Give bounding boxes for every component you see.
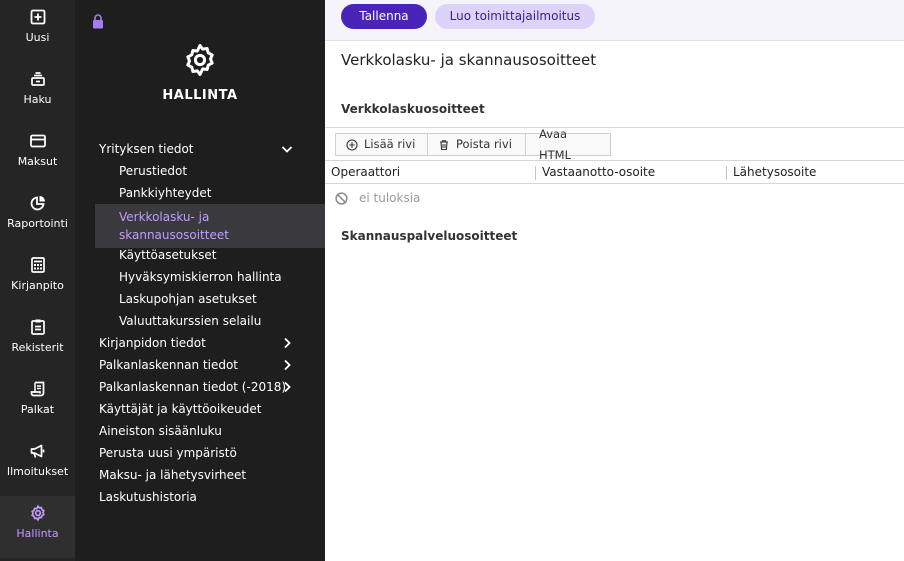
scroll-icon	[30, 381, 44, 397]
menu-group-label: Palkanlaskennan tiedot	[99, 358, 238, 372]
menu-item-aineiston-sisaanluku[interactable]: Aineiston sisäänluku	[99, 420, 299, 442]
trash-icon	[440, 139, 448, 150]
card-icon	[29, 134, 46, 148]
menu-item-valuuttakurssien-selailu[interactable]: Valuuttakurssien selailu	[119, 310, 319, 332]
menu-item-laskupohjan-asetukset[interactable]: Laskupohjan asetukset	[119, 288, 319, 310]
menu-group-label: Aineiston sisäänluku	[99, 424, 222, 438]
menu-item-laskutushistoria[interactable]: Laskutushistoria	[99, 486, 299, 508]
create-supplier-notice-button[interactable]: Luo toimittajailmoitus	[435, 4, 595, 29]
nav-rekisterit[interactable]: Rekisterit	[0, 310, 75, 372]
gear-icon	[186, 44, 214, 76]
empty-grid-text: ei tuloksia	[359, 191, 421, 205]
menu-item-verkkolasku-skannausosoitteet[interactable]: Verkkolasku- ja skannausosoitteet	[95, 204, 325, 248]
menu-item-label: Valuuttakurssien selailu	[119, 314, 262, 328]
menu-item-label: Käyttöasetukset	[119, 248, 217, 262]
nav-label: Haku	[23, 93, 52, 106]
menu-group-label: Kirjanpidon tiedot	[99, 336, 206, 350]
submenu-title: HALLINTA	[162, 88, 238, 103]
add-row-label: Lisää rivi	[364, 137, 416, 151]
empty-grid-message: ei tuloksia	[335, 188, 420, 208]
menu-item-maksu-lahetysvirheet[interactable]: Maksu- ja lähetysvirheet	[99, 464, 299, 486]
menu-group-label: Palkanlaskennan tiedot (-2018)	[99, 380, 287, 394]
column-header-vastaanotto-osoite[interactable]: Vastaanotto-osoite	[542, 161, 655, 184]
nav-label: Hallinta	[16, 527, 59, 540]
menu-item-perusta-uusi-ymparisto[interactable]: Perusta uusi ympäristö	[99, 442, 299, 464]
menu-group-yrityksen-tiedot[interactable]: Yrityksen tiedot	[99, 138, 299, 160]
menu-group-label: Perusta uusi ympäristö	[99, 446, 237, 460]
nav-label: Ilmoitukset	[6, 465, 69, 478]
nav-uusi[interactable]: Uusi	[0, 0, 75, 62]
menu-item-label: Perustiedot	[119, 164, 188, 178]
nav-label: Maksut	[17, 155, 58, 168]
chevron-right-icon	[284, 381, 291, 393]
calculator-icon	[30, 257, 45, 273]
nav-kirjanpito[interactable]: Kirjanpito	[0, 248, 75, 310]
nav-maksut[interactable]: Maksut	[0, 124, 75, 186]
plus-square-icon	[30, 9, 45, 25]
clipboard-icon	[30, 319, 45, 335]
column-header-operaattori[interactable]: Operaattori	[331, 161, 400, 184]
admin-submenu: HALLINTA Yrityksen tiedot Perustiedot Pa…	[75, 0, 325, 561]
page-title: Verkkolasku- ja skannausosoitteet	[341, 51, 597, 69]
menu-item-hyvaksymiskierron-hallinta[interactable]: Hyväksymiskierron hallinta	[119, 266, 319, 288]
pie-chart-icon	[30, 196, 45, 211]
grid-header: Operaattori Vastaanotto-osoite Lähetysos…	[325, 160, 904, 184]
menu-item-label: Laskupohjan asetukset	[119, 292, 257, 306]
column-header-lahetysosoite[interactable]: Lähetysosoite	[733, 161, 816, 184]
megaphone-icon	[30, 444, 44, 458]
menu-item-kayttajat-kayttooikeudet[interactable]: Käyttäjät ja käyttöoikeudet	[99, 398, 299, 420]
menu-item-label: Verkkolasku- ja skannausosoitteet	[119, 210, 229, 242]
chevron-right-icon	[284, 359, 291, 371]
menu-group-label: Yrityksen tiedot	[99, 142, 194, 156]
add-row-button[interactable]: Lisää rivi	[335, 133, 428, 156]
plus-circle-icon	[346, 138, 358, 151]
nav-label: Kirjanpito	[11, 279, 64, 292]
menu-group-palkanlaskennan-tiedot-2018[interactable]: Palkanlaskennan tiedot (-2018)	[99, 376, 299, 398]
menu-group-label: Maksu- ja lähetysvirheet	[99, 468, 247, 482]
menu-item-perustiedot[interactable]: Perustiedot	[119, 160, 319, 182]
chevron-right-icon	[284, 337, 291, 349]
save-button[interactable]: Tallenna	[341, 4, 427, 29]
nav-ilmoitukset[interactable]: Ilmoitukset	[0, 434, 75, 496]
menu-group-label: Käyttäjät ja käyttöoikeudet	[99, 402, 262, 416]
main-nav-rail: Uusi Haku Maksut Raportointi Kirjanpito …	[0, 0, 75, 561]
lock-icon[interactable]	[92, 13, 104, 29]
no-entry-icon	[335, 191, 348, 205]
menu-group-label: Laskutushistoria	[99, 490, 197, 504]
nav-raportointi[interactable]: Raportointi	[0, 186, 75, 248]
gear-icon	[30, 504, 45, 522]
column-resize-handle[interactable]	[726, 166, 727, 180]
nav-hallinta[interactable]: Hallinta	[0, 496, 75, 558]
nav-label: Uusi	[25, 31, 50, 44]
menu-item-label: Hyväksymiskierron hallinta	[119, 270, 282, 284]
top-toolbar: Tallenna Luo toimittajailmoitus	[325, 0, 904, 41]
menu-item-label: Pankkiyhteydet	[119, 186, 212, 200]
chevron-down-icon	[281, 146, 293, 153]
menu-group-kirjanpidon-tiedot[interactable]: Kirjanpidon tiedot	[99, 332, 299, 354]
grid-toolbar: Lisää rivi Poista rivi Avaa HTML	[325, 127, 904, 162]
delete-row-button[interactable]: Poista rivi	[427, 133, 526, 156]
nav-label: Raportointi	[7, 217, 68, 230]
column-resize-handle[interactable]	[535, 166, 536, 180]
main-content: Tallenna Luo toimittajailmoitus Verkkola…	[325, 0, 904, 561]
nav-label: Rekisterit	[11, 341, 64, 354]
nav-palkat[interactable]: Palkat	[0, 372, 75, 434]
delete-row-label: Poista rivi	[456, 137, 512, 151]
menu-group-palkanlaskennan-tiedot[interactable]: Palkanlaskennan tiedot	[99, 354, 299, 376]
nav-haku[interactable]: Haku	[0, 62, 75, 124]
search-stack-icon	[30, 72, 45, 86]
scan-section-title: Skannauspalveluosoitteet	[341, 229, 518, 243]
menu-item-pankkiyhteydet[interactable]: Pankkiyhteydet	[119, 182, 319, 204]
open-html-button[interactable]: Avaa HTML	[525, 127, 611, 162]
nav-label: Palkat	[20, 403, 55, 416]
einvoice-section-title: Verkkolaskuosoitteet	[341, 102, 485, 116]
menu-item-kayttoasetukset[interactable]: Käyttöasetukset	[119, 244, 319, 266]
